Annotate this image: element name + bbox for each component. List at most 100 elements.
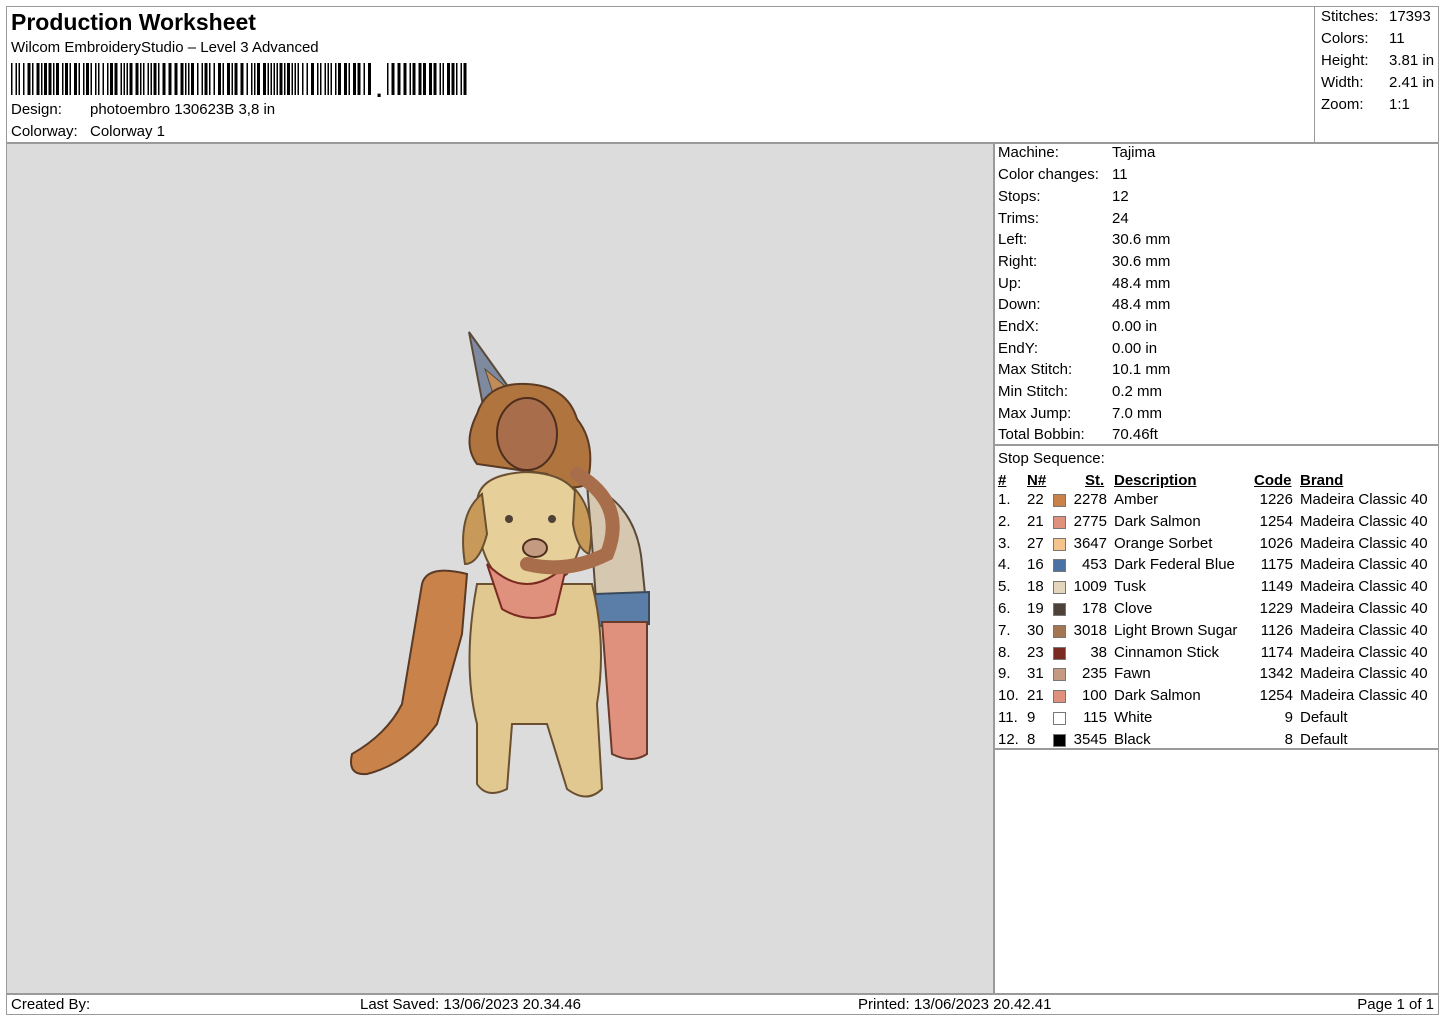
info-label: Min Stitch: (998, 383, 1069, 400)
stop-number: 5. (998, 578, 1011, 596)
stop-number: 7. (998, 621, 1011, 639)
info-label: Trims: (998, 210, 1040, 227)
thread-brand: Default (1300, 709, 1348, 726)
info-label: Right: (998, 253, 1038, 270)
barcode-bar (180, 63, 184, 95)
stat-width: Width: 2.41 in (1321, 74, 1434, 91)
barcode-bar (324, 63, 326, 95)
stop-number: 2. (998, 512, 1011, 530)
barcode-bar (335, 63, 337, 95)
stop-sequence-panel: Stop Sequence: # N# St. Description Code… (994, 445, 1439, 749)
barcode-bar (273, 63, 275, 95)
design-preview (6, 143, 994, 994)
thread-brand: Madeira Classic 40 (1300, 534, 1428, 552)
barcode-bar (320, 63, 322, 95)
column-header-brand: Brand (1300, 472, 1344, 489)
thread-code: 1254 (1259, 687, 1293, 705)
thread-code: 9 (1284, 709, 1293, 726)
barcode-bar (397, 63, 401, 95)
info-min-stitch: Min Stitch: 0.2 mm (998, 383, 1162, 400)
barcode-bar (74, 63, 77, 95)
needle-number: 27 (1027, 534, 1044, 552)
stop-row: 10. 21 100 Dark Salmon 1254 Madeira Classic 4… (995, 687, 1440, 709)
needle-number: 9 (1027, 709, 1036, 726)
created-by: Created By: (11, 996, 91, 1013)
stop-row: 4. 16 453 Dark Federal Blue 1175 Madeira Clas… (995, 556, 1440, 578)
barcode-bar (368, 63, 371, 95)
thread-color-swatch (1053, 690, 1066, 704)
barcode-bar (251, 63, 253, 95)
girl-face (496, 397, 558, 471)
barcode-bar (357, 63, 361, 95)
info-label: Color changes: (998, 166, 1099, 183)
thread-brand: Madeira Classic 40 (1300, 621, 1428, 639)
info-left: Left: 30.6 mm (998, 231, 1170, 248)
info-value: 7.0 mm (1112, 405, 1163, 422)
stop-number: 8. (998, 643, 1011, 661)
barcode-bar (107, 63, 109, 95)
thread-description: Tusk (1114, 578, 1146, 596)
info-label: Left: (998, 231, 1028, 248)
girl-shorts (593, 590, 650, 628)
stop-number: 3. (998, 534, 1011, 552)
barcode: , (11, 63, 467, 97)
barcode-bar (135, 63, 139, 95)
barcode-bar (240, 63, 244, 95)
design-stats: Stitches: 17393 Colors: 11 Height: 3.81 in … (1314, 7, 1439, 142)
barcode-bar (188, 63, 190, 95)
barcode-bar (429, 63, 432, 95)
barcode-bar (174, 63, 178, 95)
stitch-count: 3647 (1073, 534, 1107, 552)
thread-color-swatch (1053, 581, 1066, 595)
barcode-bar (456, 63, 458, 95)
barcode-bar (158, 63, 160, 95)
barcode-bar (302, 63, 304, 95)
thread-color-swatch (1053, 624, 1066, 638)
barcode-bar (418, 63, 422, 95)
stat-value: 2.41 in (1389, 74, 1435, 91)
stat-stitches: Stitches: 17393 (1321, 8, 1431, 25)
stitch-count: 2278 (1073, 491, 1107, 508)
stop-number: 11. (998, 709, 1018, 726)
thread-description: Dark Federal Blue (1114, 556, 1235, 574)
thread-description: Fawn (1114, 665, 1151, 683)
stop-number: 10. (998, 687, 1019, 705)
thread-code: 1229 (1259, 600, 1293, 617)
barcode-bar (120, 63, 122, 95)
info-value: 12 (1112, 188, 1129, 205)
stitch-count: 453 (1081, 556, 1107, 574)
column-header-description: Description (1114, 472, 1197, 489)
needle-number: 8 (1027, 730, 1036, 748)
barcode-bar (311, 63, 314, 95)
barcode-bar (126, 63, 128, 95)
thread-code: 1254 (1259, 512, 1293, 530)
info-label: Stops: (998, 188, 1041, 205)
info-value: 48.4 mm (1112, 296, 1171, 313)
barcode-bar (227, 63, 230, 95)
info-value: Tajima (1112, 144, 1156, 161)
info-trims: Trims: 24 (998, 210, 1129, 227)
design-row: Design: photoembro 130623B 3,8 in (11, 101, 275, 118)
barcode-bar (150, 63, 152, 95)
thread-description: Dark Salmon (1114, 687, 1201, 705)
barcode-bar (460, 63, 462, 95)
barcode-bar (327, 63, 329, 95)
stop-sequence-title: Stop Sequence: (998, 450, 1105, 467)
thread-brand: Default (1300, 730, 1348, 748)
thread-description: Dark Salmon (1114, 512, 1201, 530)
barcode-bar (191, 63, 194, 95)
stop-row: 3. 27 3647 Orange Sorbet 1026 Madeira Classic… (995, 535, 1440, 557)
info-label: Max Stitch: (998, 361, 1073, 378)
column-header-num: # (998, 472, 1007, 489)
barcode-bar (23, 63, 25, 95)
stat-label: Height: (1321, 52, 1369, 69)
machine-info-panel: Machine: Tajima Color changes: 11 Stops: 12… (994, 143, 1439, 445)
barcode-bar (442, 63, 444, 95)
barcode-bar (78, 63, 80, 95)
stop-row: 6. 19 178 Clove 1229 Madeira Classic 40 (995, 600, 1440, 622)
stat-label: Stitches: (1321, 8, 1379, 25)
design-value: photoembro 130623B 3,8 in (90, 101, 276, 118)
barcode-bar (254, 63, 256, 95)
barcode-bar (297, 63, 299, 95)
info-value: 10.1 mm (1112, 361, 1171, 378)
